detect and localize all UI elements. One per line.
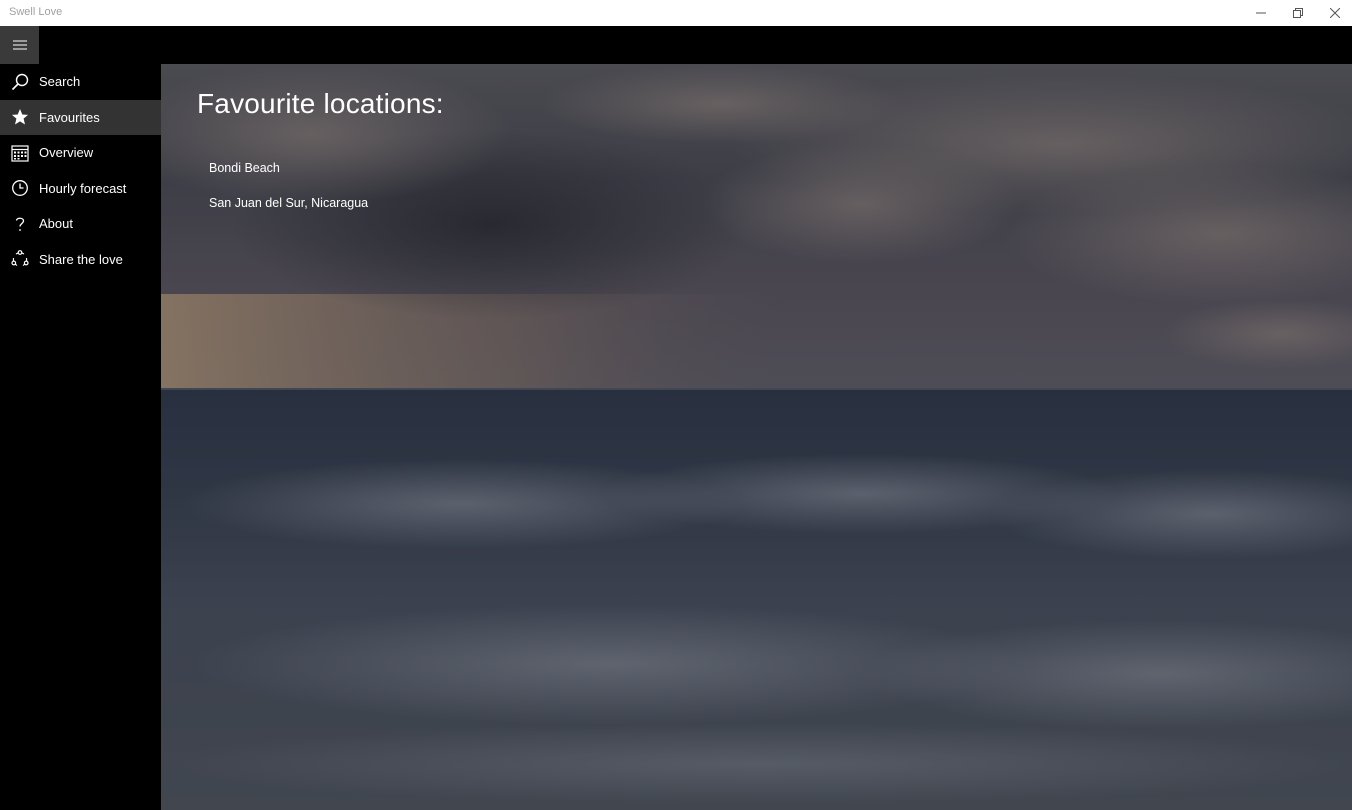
sidebar-item-label: Favourites <box>39 109 100 125</box>
minimize-button[interactable] <box>1242 0 1279 26</box>
page-title: Favourite locations: <box>197 88 444 119</box>
question-icon <box>0 206 39 241</box>
sidebar-item-label: Hourly forecast <box>39 180 127 196</box>
window-title-bar: Swell Love <box>0 0 1352 26</box>
close-icon <box>1329 8 1340 18</box>
list-item[interactable]: Bondi Beach <box>209 150 368 186</box>
star-icon <box>0 100 39 135</box>
sidebar-item-search[interactable]: Search <box>0 64 161 100</box>
hamburger-menu-button[interactable] <box>0 26 39 64</box>
minimize-icon <box>1255 12 1266 14</box>
sidebar-item-hourly-forecast[interactable]: Hourly forecast <box>0 171 161 207</box>
main-content: Favourite locations: Bondi Beach San Jua… <box>161 64 1352 810</box>
clock-icon <box>0 171 39 206</box>
sidebar-item-share-the-love[interactable]: Share the love <box>0 242 161 278</box>
list-item[interactable]: San Juan del Sur, Nicaragua <box>209 186 368 222</box>
sidebar-item-overview[interactable]: Overview <box>0 135 161 171</box>
close-button[interactable] <box>1316 0 1352 26</box>
restore-icon <box>1292 8 1303 18</box>
share-icon <box>0 242 39 277</box>
sidebar-item-label: Search <box>39 74 81 90</box>
sidebar-item-label: About <box>39 216 73 232</box>
sidebar-item-favourites[interactable]: Favourites <box>0 99 161 135</box>
sidebar-item-about[interactable]: About <box>0 206 161 242</box>
calendar-icon <box>0 135 39 170</box>
window-title: Swell Love <box>9 6 63 18</box>
sidebar-item-label: Share the love <box>39 251 123 267</box>
favourites-list: Bondi Beach San Juan del Sur, Nicaragua <box>209 150 368 221</box>
restore-button[interactable] <box>1279 0 1316 26</box>
top-command-bar <box>0 26 1352 64</box>
hamburger-icon <box>12 40 27 50</box>
sidebar-item-label: Overview <box>39 145 94 161</box>
search-icon <box>0 64 39 99</box>
navigation-pane: Search Favourites Overview Hourly foreca… <box>0 64 161 810</box>
favourites-panel: Favourite locations: Bondi Beach San Jua… <box>161 64 1352 810</box>
